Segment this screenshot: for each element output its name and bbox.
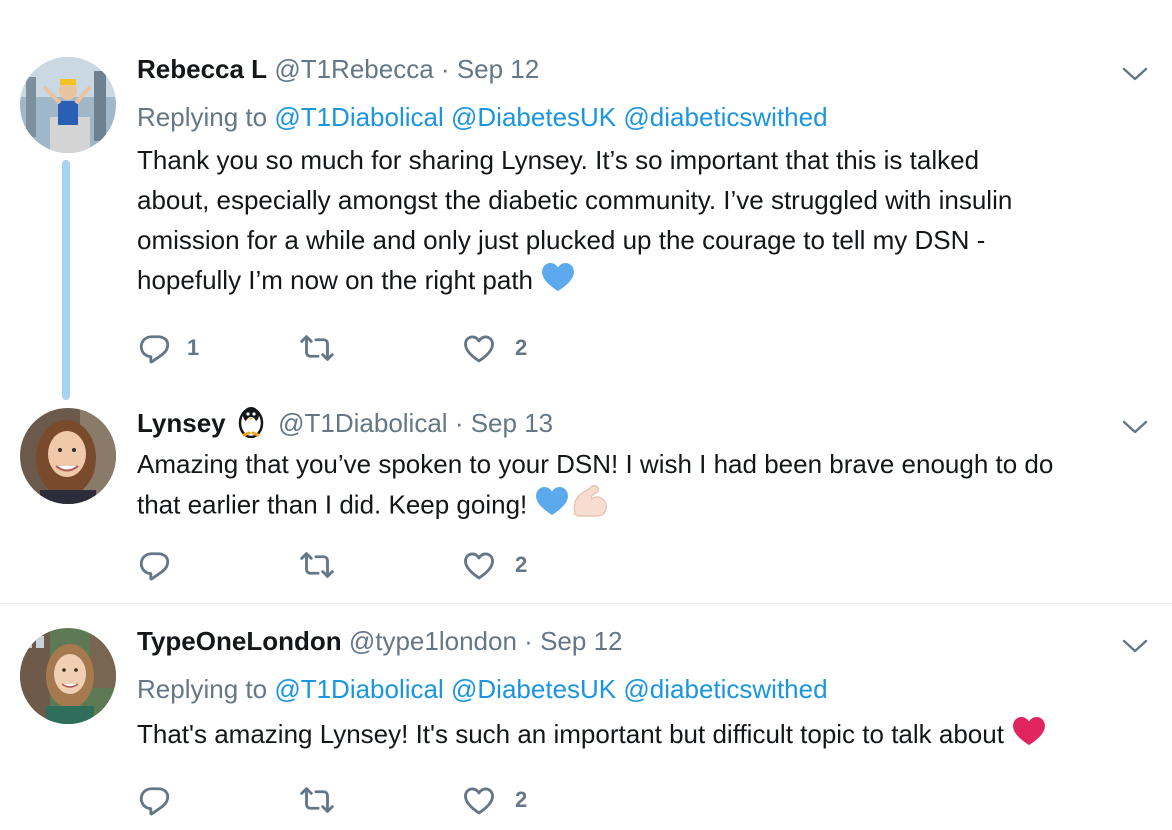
tweet-text-line: That's amazing Lynsey! It's such an impo… (137, 719, 1004, 749)
retweet-icon (299, 330, 335, 366)
tweet-date[interactable]: Sep 13 (471, 408, 553, 438)
user-handle[interactable]: @T1Diabolical (278, 408, 447, 438)
like-button[interactable]: 2 (461, 780, 527, 820)
avatar[interactable] (20, 57, 116, 153)
tweet[interactable]: TypeOneLondon @type1london · Sep 12 Repl… (0, 604, 1172, 830)
replying-prefix: Replying to (137, 674, 268, 704)
chevron-down-icon[interactable] (1122, 638, 1148, 654)
tweet-text: That's amazing Lynsey! It's such an impo… (137, 714, 1142, 757)
like-count: 2 (515, 787, 528, 812)
tweet-text-line: hopefully I’m now on the right path (137, 265, 534, 295)
avatar[interactable] (20, 408, 116, 504)
mention-link[interactable]: @T1Diabolical (274, 102, 443, 132)
tweet-text-line: that earlier than I did. Keep going! (137, 489, 528, 520)
flexed-biceps-emoji (571, 484, 609, 529)
retweet-icon (299, 782, 335, 818)
blue-heart-emoji (541, 262, 575, 303)
like-button[interactable]: 2 (461, 545, 527, 585)
reply-count: 1 (187, 335, 200, 360)
like-button[interactable]: 2 (461, 328, 527, 368)
mention-link[interactable]: @diabeticswithed (623, 674, 827, 704)
replying-to: Replying to @T1Diabolical @DiabetesUK @d… (137, 100, 1142, 134)
chevron-down-icon[interactable] (1122, 419, 1148, 435)
mention-link[interactable]: @DiabetesUK (451, 674, 616, 704)
display-name[interactable]: TypeOneLondon (137, 626, 342, 656)
retweet-button[interactable] (299, 328, 335, 368)
tweet-header: Lynsey @T1Diabolical · Sep 13 (137, 404, 1142, 439)
reply-button[interactable] (137, 780, 173, 820)
like-count: 2 (515, 335, 528, 360)
heart-icon (461, 782, 497, 818)
reply-button[interactable]: 1 (137, 328, 199, 368)
display-name[interactable]: Lynsey (137, 408, 226, 438)
separator-dot: · (440, 54, 450, 84)
blue-heart-emoji (535, 486, 569, 527)
tweet-text-line: Thank you so much for sharing Lynsey. It… (137, 145, 980, 175)
tweet-text-line: omission for a while and only just pluck… (137, 225, 986, 255)
replying-prefix: Replying to (137, 102, 268, 132)
red-heart-emoji (1012, 716, 1046, 757)
tweet-header: Rebecca L @T1Rebecca · Sep 12 (137, 52, 1142, 86)
reply-icon (137, 547, 173, 583)
like-count: 2 (515, 552, 528, 577)
tweet-text-line: Amazing that you’ve spoken to your DSN! … (137, 449, 1054, 479)
reply-icon (137, 782, 173, 818)
separator-dot: · (454, 407, 464, 438)
retweet-icon (299, 547, 335, 583)
retweet-button[interactable] (299, 545, 335, 585)
tweet-header: TypeOneLondon @type1london · Sep 12 (137, 624, 1142, 658)
heart-icon (461, 330, 497, 366)
display-name[interactable]: Rebecca L (137, 54, 267, 84)
avatar[interactable] (20, 628, 116, 724)
mention-link[interactable]: @T1Diabolical (274, 674, 443, 704)
tweet[interactable]: Rebecca L @T1Rebecca · Sep 12 Replying t… (0, 0, 1172, 400)
heart-icon (461, 547, 497, 583)
tweet-date[interactable]: Sep 12 (540, 626, 622, 656)
tweet-text: Amazing that you’ve spoken to your DSN! … (137, 444, 1142, 529)
separator-dot: · (524, 626, 533, 656)
user-handle[interactable]: @type1london (349, 626, 517, 656)
chevron-down-icon[interactable] (1122, 66, 1148, 82)
tweet-text: Thank you so much for sharing Lynsey. It… (137, 140, 1142, 303)
mention-link[interactable]: @DiabetesUK (451, 102, 616, 132)
tweet[interactable]: Lynsey @T1Diabolical · Sep 13 Amazing th… (0, 400, 1172, 602)
tweet-text-line: about, especially amongst the diabetic c… (137, 185, 1013, 215)
user-handle[interactable]: @T1Rebecca (274, 54, 433, 84)
mention-link[interactable]: @diabeticswithed (623, 102, 827, 132)
replying-to: Replying to @T1Diabolical @DiabetesUK @d… (137, 672, 1142, 706)
reply-button[interactable] (137, 545, 173, 585)
reply-icon (137, 330, 173, 366)
retweet-button[interactable] (299, 780, 335, 820)
tweet-date[interactable]: Sep 12 (457, 54, 539, 84)
penguin-icon (235, 404, 267, 446)
